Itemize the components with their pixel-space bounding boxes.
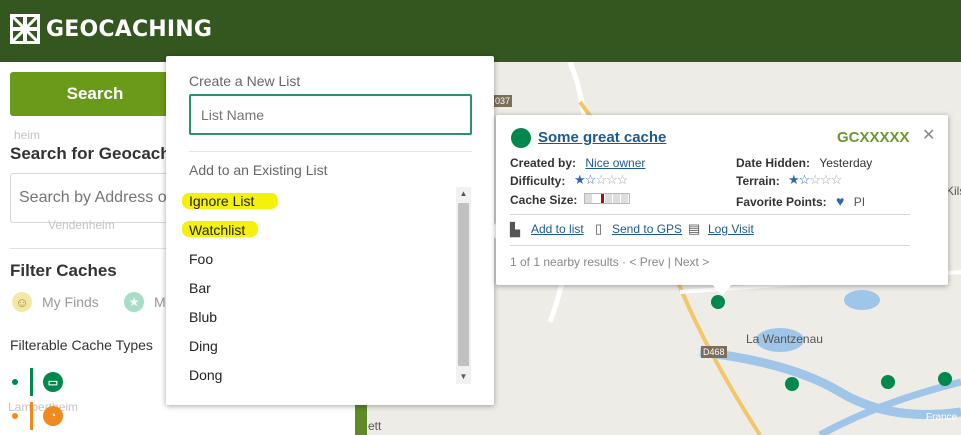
- road-label-d468: D468: [701, 346, 727, 358]
- card-pointer: [712, 284, 732, 296]
- created-by-label: Created by:: [510, 156, 577, 170]
- gc-code: GCXXXXX: [837, 129, 910, 146]
- favorite-points-value: PI: [853, 195, 866, 209]
- list-item[interactable]: Foo: [189, 251, 213, 267]
- list-scrollbar[interactable]: ▲ ▼: [456, 187, 471, 384]
- traditional-cache-icon: ▭: [43, 372, 63, 392]
- street-label-ett: ett: [368, 419, 382, 433]
- town-label: La Wantzenau: [746, 332, 823, 346]
- cache-types-heading: Filterable Cache Types: [10, 337, 153, 353]
- list-item[interactable]: Ignore List: [189, 193, 254, 209]
- list-icon: ▙: [510, 222, 520, 237]
- difficulty-stars[interactable]: ★☆☆☆☆: [574, 172, 628, 188]
- cache-type-multi[interactable]: ◔: [12, 402, 63, 430]
- add-to-list-link[interactable]: Add to list: [531, 222, 584, 236]
- type-color-bar: [30, 368, 33, 396]
- difficulty-label: Difficulty:: [510, 174, 566, 188]
- close-icon[interactable]: ✕: [922, 125, 935, 145]
- cache-name-link[interactable]: Some great cache: [538, 129, 666, 146]
- card-divider: [510, 214, 910, 215]
- favorite-points-row: Favorite Points: ♥ PI: [736, 193, 865, 209]
- list-name-input[interactable]: [189, 94, 472, 135]
- road-label-037: 037: [493, 95, 513, 107]
- list-item[interactable]: Ding: [189, 338, 218, 354]
- date-hidden-value: Yesterday: [819, 156, 873, 170]
- terrain-stars[interactable]: ★☆☆☆☆: [788, 172, 842, 188]
- add-to-list-popover: Create a New List Add to an Existing Lis…: [166, 56, 494, 405]
- smiley-icon: ☺: [12, 292, 32, 312]
- cache-size-label: Cache Size:: [510, 193, 578, 207]
- existing-list-label: Add to an Existing List: [189, 162, 328, 178]
- geocaching-logo[interactable]: GEOCACHING: [10, 14, 212, 44]
- log-book-icon: ▤: [688, 221, 701, 236]
- sidebar-divider: [10, 248, 170, 249]
- terrain-label: Terrain:: [736, 174, 780, 188]
- my-finds-filter[interactable]: ☺ My Finds: [12, 292, 99, 312]
- cache-size-icon: [584, 193, 630, 204]
- list-item[interactable]: Blub: [189, 309, 217, 325]
- cache-info-card: Some great cache GCXXXXX ✕ Created by: N…: [496, 115, 948, 285]
- multi-cache-icon: ◔: [43, 406, 63, 426]
- filter-heading: Filter Caches: [10, 261, 117, 280]
- my-hides-filter[interactable]: ★ M: [124, 292, 166, 312]
- search-heading: Search for Geocach: [10, 144, 171, 163]
- faint-map-label-2: Vendenheim: [48, 218, 115, 232]
- my-finds-label: My Finds: [42, 294, 99, 310]
- date-hidden-row: Date Hidden: Yesterday: [736, 156, 872, 170]
- card-divider: [510, 245, 910, 246]
- status-dot: [12, 413, 18, 419]
- scroll-down-arrow-icon[interactable]: ▼: [456, 370, 471, 384]
- log-visit-link[interactable]: Log Visit: [708, 222, 754, 236]
- cache-type-traditional[interactable]: ▭: [12, 368, 63, 396]
- status-dot: [12, 379, 18, 385]
- list-item[interactable]: Watchlist: [189, 222, 245, 238]
- faint-map-label: heim: [14, 128, 41, 142]
- search-button[interactable]: Search: [10, 72, 180, 116]
- gps-device-icon: ▯: [595, 221, 603, 236]
- nearby-results-pager[interactable]: 1 of 1 nearby results · < Prev | Next >: [510, 255, 709, 269]
- favorite-points-label: Favorite Points:: [736, 195, 827, 209]
- owner-link[interactable]: Nice owner: [585, 156, 645, 170]
- type-color-bar: [30, 402, 33, 430]
- top-header: GEOCACHING: [0, 0, 961, 62]
- country-label: France: [926, 412, 958, 423]
- existing-lists: Ignore List Watchlist Foo Bar Blub Ding …: [189, 188, 472, 385]
- star-icon: ★: [124, 292, 144, 312]
- create-list-label: Create a New List: [189, 73, 301, 89]
- list-item[interactable]: Dong: [189, 367, 222, 383]
- list-item[interactable]: Bar: [189, 280, 211, 296]
- logo-text: GEOCACHING: [46, 16, 213, 42]
- geocaching-logo-icon: [10, 14, 40, 44]
- scroll-up-arrow-icon[interactable]: ▲: [456, 187, 471, 201]
- date-hidden-label: Date Hidden:: [736, 156, 811, 170]
- heart-icon: ♥: [836, 193, 845, 209]
- traditional-cache-icon: [511, 128, 531, 148]
- my-hides-label: M: [154, 294, 166, 310]
- popover-divider: [189, 151, 472, 152]
- send-to-gps-link[interactable]: Send to GPS: [612, 222, 682, 236]
- scrollbar-thumb[interactable]: [458, 203, 469, 366]
- created-by-row: Created by: Nice owner: [510, 156, 645, 170]
- town-label-kils: Kils: [946, 184, 961, 198]
